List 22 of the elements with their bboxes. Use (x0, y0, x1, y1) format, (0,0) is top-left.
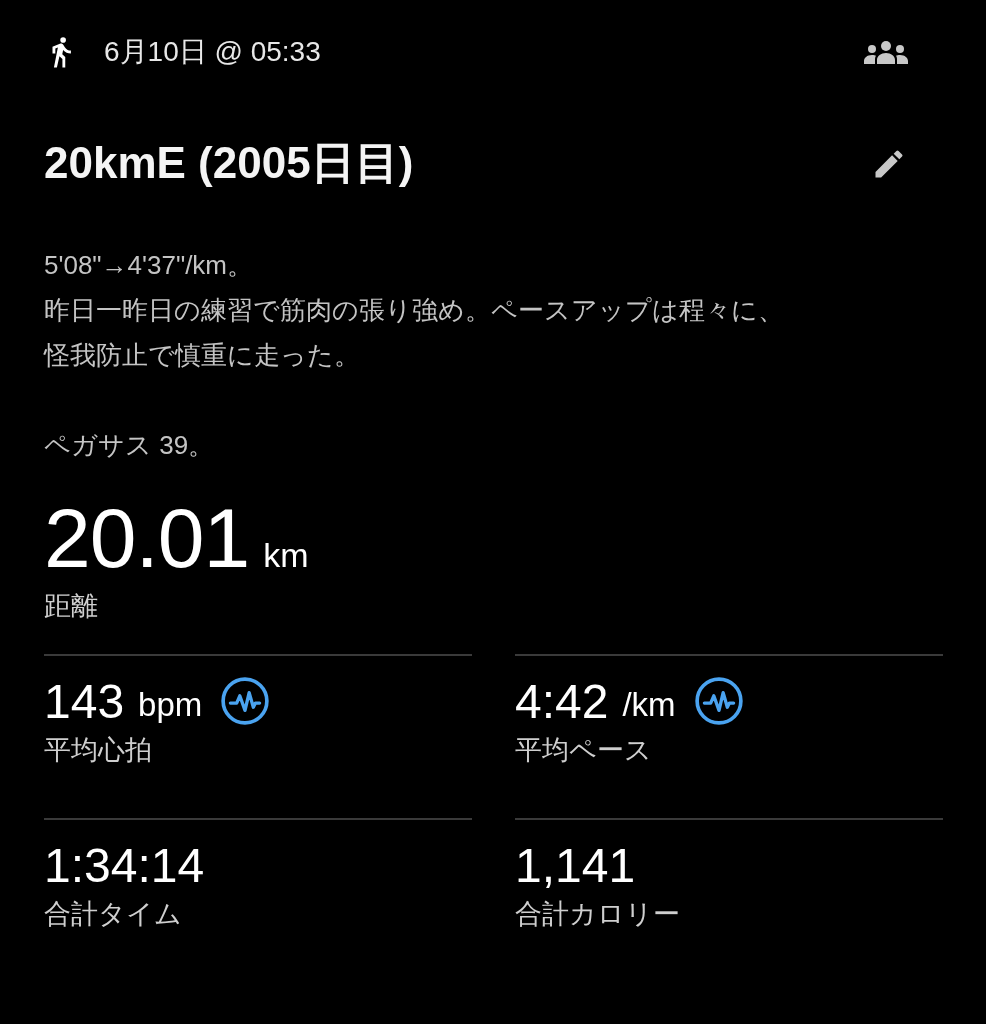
stat-label: 平均心拍 (44, 734, 153, 767)
activity-datetime: 6月10日 @ 05:33 (104, 35, 321, 69)
stat-value: 143 (44, 673, 125, 729)
stat-value: 1:34:14 (44, 837, 205, 893)
distance-value: 20.01 (44, 490, 250, 587)
description-line: ペガサス 39。 (44, 429, 215, 462)
stat-label: 合計タイム (44, 898, 183, 931)
description-line: 昨日一昨日の練習で筋肉の張り強め。ペースアップは程々に、 (44, 294, 784, 327)
stat-value: 1,141 (515, 837, 636, 893)
description-line: 5'08"→4'37"/km。 (44, 249, 254, 282)
activity-title: 20kmE (2005日目) (44, 137, 414, 189)
chart-icon[interactable] (220, 676, 271, 726)
stat-unit: /km (622, 686, 676, 724)
description-line: 怪我防止で慎重に走った。 (44, 339, 360, 372)
distance-label: 距離 (44, 590, 99, 623)
stat-value: 4:42 (515, 673, 609, 729)
stat-unit: bpm (138, 686, 203, 724)
stat-label: 合計カロリー (515, 898, 681, 931)
stat-label: 平均ペース (515, 734, 653, 767)
group-icon[interactable] (861, 40, 911, 64)
chart-icon[interactable] (693, 676, 744, 726)
distance-unit: km (263, 536, 309, 575)
